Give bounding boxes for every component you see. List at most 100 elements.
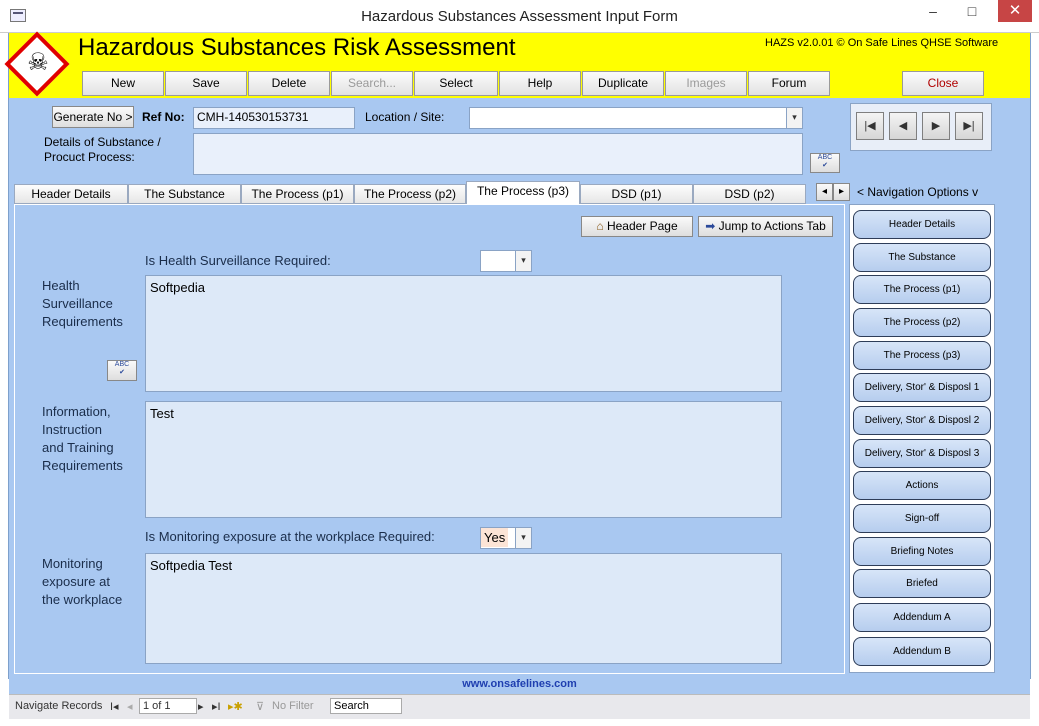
- jump-to-actions-label: Jump to Actions Tab: [718, 219, 826, 233]
- health-surveillance-select[interactable]: ▾: [480, 250, 532, 272]
- nav-header-details[interactable]: Header Details: [853, 210, 991, 239]
- navigate-records-label: Navigate Records: [15, 700, 103, 712]
- window-title: Hazardous Substances Assessment Input Fo…: [361, 8, 678, 25]
- health-surveillance-question: Is Health Surveillance Required:: [145, 253, 331, 268]
- navigation-options-label: < Navigation Options v: [857, 185, 979, 199]
- version-label: HAZS v2.0.01 © On Safe Lines QHSE Softwa…: [765, 37, 999, 49]
- nav-delivery-1[interactable]: Delivery, Stor' & Disposl 1: [853, 373, 991, 402]
- nav-process-p1[interactable]: The Process (p1): [853, 275, 991, 304]
- nav-briefed[interactable]: Briefed: [853, 569, 991, 598]
- tab-process-p3[interactable]: The Process (p3): [466, 181, 580, 205]
- health-label-line: Health: [42, 278, 80, 293]
- monitoring-value: Yes: [481, 528, 509, 547]
- monitor-label-line: Monitoring: [42, 556, 103, 571]
- no-filter-label[interactable]: No Filter: [272, 700, 314, 712]
- monitoring-label: Monitoring exposure at the workplace: [42, 555, 122, 609]
- nav-sign-off[interactable]: Sign-off: [853, 504, 991, 533]
- nav-the-substance[interactable]: The Substance: [853, 243, 991, 272]
- tab-dsd-p1[interactable]: DSD (p1): [580, 184, 693, 204]
- jump-to-actions-button[interactable]: ➡ Jump to Actions Tab: [698, 216, 833, 237]
- tab-dsd-p2[interactable]: DSD (p2): [693, 184, 806, 204]
- nav-process-p3[interactable]: The Process (p3): [853, 341, 991, 370]
- app-title: Hazardous Substances Risk Assessment: [78, 34, 516, 61]
- info-label-line: and Training: [42, 440, 114, 455]
- tab-scroll-left-icon[interactable]: ◂: [816, 183, 833, 201]
- tab-scroll-right-icon[interactable]: ▸: [833, 183, 850, 201]
- select-button[interactable]: Select: [414, 71, 498, 96]
- monitoring-textarea[interactable]: Softpedia Test: [145, 553, 782, 664]
- nav-process-p2[interactable]: The Process (p2): [853, 308, 991, 337]
- close-window-button[interactable]: ✕: [998, 0, 1032, 22]
- health-surveillance-label: Health Surveillance Requirements: [42, 277, 123, 331]
- new-record-icon[interactable]: ▸✱: [228, 700, 243, 713]
- monitor-label-line: the workplace: [42, 592, 123, 607]
- chevron-down-icon[interactable]: ▾: [515, 251, 531, 271]
- duplicate-button[interactable]: Duplicate: [582, 71, 664, 96]
- location-select[interactable]: ▾: [469, 107, 803, 129]
- title-bar: Hazardous Substances Assessment Input Fo…: [0, 0, 1039, 33]
- next-record-icon[interactable]: ▶: [922, 112, 950, 140]
- save-button[interactable]: Save: [165, 71, 247, 96]
- first-record-icon[interactable]: |◀: [856, 112, 884, 140]
- details-field[interactable]: [193, 133, 803, 175]
- next-record-icon[interactable]: ▸: [198, 700, 204, 713]
- last-record-icon[interactable]: ▶|: [955, 112, 983, 140]
- chevron-down-icon[interactable]: ▾: [786, 108, 802, 128]
- info-label-line: Information,: [42, 404, 111, 419]
- spell-check-icon[interactable]: ABC ✔: [107, 360, 137, 381]
- record-number-field[interactable]: 1 of 1: [139, 698, 197, 714]
- delete-button[interactable]: Delete: [248, 71, 330, 96]
- header-page-label: Header Page: [606, 219, 678, 233]
- information-training-label: Information, Instruction and Training Re…: [42, 403, 123, 475]
- filter-icon[interactable]: ⊽: [256, 700, 264, 713]
- info-label-line: Requirements: [42, 458, 123, 473]
- images-button[interactable]: Images: [665, 71, 747, 96]
- health-surveillance-value: [481, 258, 487, 262]
- first-record-icon[interactable]: I◂: [110, 700, 119, 713]
- ref-no-label: Ref No:: [142, 110, 185, 124]
- skull-hazard-icon: ☠: [27, 49, 49, 76]
- nav-addendum-b[interactable]: Addendum B: [853, 637, 991, 666]
- nav-addendum-a[interactable]: Addendum A: [853, 603, 991, 632]
- tab-process-p2[interactable]: The Process (p2): [354, 184, 466, 204]
- health-label-line: Requirements: [42, 314, 123, 329]
- details-label-line2: Procuct Process:: [44, 150, 135, 164]
- new-button[interactable]: New: [82, 71, 164, 96]
- tab-process-p1[interactable]: The Process (p1): [241, 184, 354, 204]
- spell-check-label: ABC: [114, 361, 130, 368]
- search-button[interactable]: Search...: [331, 71, 413, 96]
- generate-number-button[interactable]: Generate No >: [52, 106, 134, 128]
- nav-actions[interactable]: Actions: [853, 471, 991, 500]
- chevron-down-icon[interactable]: ▾: [515, 528, 531, 548]
- house-icon: ⌂: [596, 219, 604, 233]
- nav-delivery-2[interactable]: Delivery, Stor' & Disposl 2: [853, 406, 991, 435]
- close-button[interactable]: Close: [902, 71, 984, 96]
- info-label-line: Instruction: [42, 422, 102, 437]
- tab-the-substance[interactable]: The Substance: [128, 184, 241, 204]
- last-record-icon[interactable]: ▸I: [212, 700, 221, 713]
- header-page-button[interactable]: ⌂ Header Page: [581, 216, 693, 237]
- help-button[interactable]: Help: [499, 71, 581, 96]
- monitoring-select[interactable]: Yes ▾: [480, 527, 532, 549]
- prev-record-icon[interactable]: ◀: [889, 112, 917, 140]
- nav-delivery-3[interactable]: Delivery, Stor' & Disposl 3: [853, 439, 991, 468]
- forum-button[interactable]: Forum: [748, 71, 830, 96]
- website-link[interactable]: www.onsafelines.com: [9, 674, 1030, 694]
- search-input[interactable]: Search: [330, 698, 402, 714]
- prev-record-icon[interactable]: ◂: [127, 700, 133, 713]
- location-label: Location / Site:: [365, 110, 445, 124]
- monitor-label-line: exposure at: [42, 574, 110, 589]
- details-label-line1: Details of Substance /: [44, 135, 161, 149]
- nav-briefing-notes[interactable]: Briefing Notes: [853, 537, 991, 566]
- spell-check-icon[interactable]: ABC ✔: [810, 153, 840, 173]
- tab-header-details[interactable]: Header Details: [14, 184, 128, 204]
- information-training-textarea[interactable]: Test: [145, 401, 782, 518]
- health-surveillance-textarea[interactable]: Softpedia: [145, 275, 782, 392]
- monitoring-question: Is Monitoring exposure at the workplace …: [145, 529, 435, 544]
- ref-no-field[interactable]: CMH-140530153731: [193, 107, 355, 129]
- health-label-line: Surveillance: [42, 296, 113, 311]
- maximize-button[interactable]: □: [955, 0, 989, 22]
- spell-check-label: ABC: [817, 154, 833, 161]
- minimize-button[interactable]: –: [916, 0, 950, 22]
- arrow-right-icon: ➡: [705, 219, 716, 233]
